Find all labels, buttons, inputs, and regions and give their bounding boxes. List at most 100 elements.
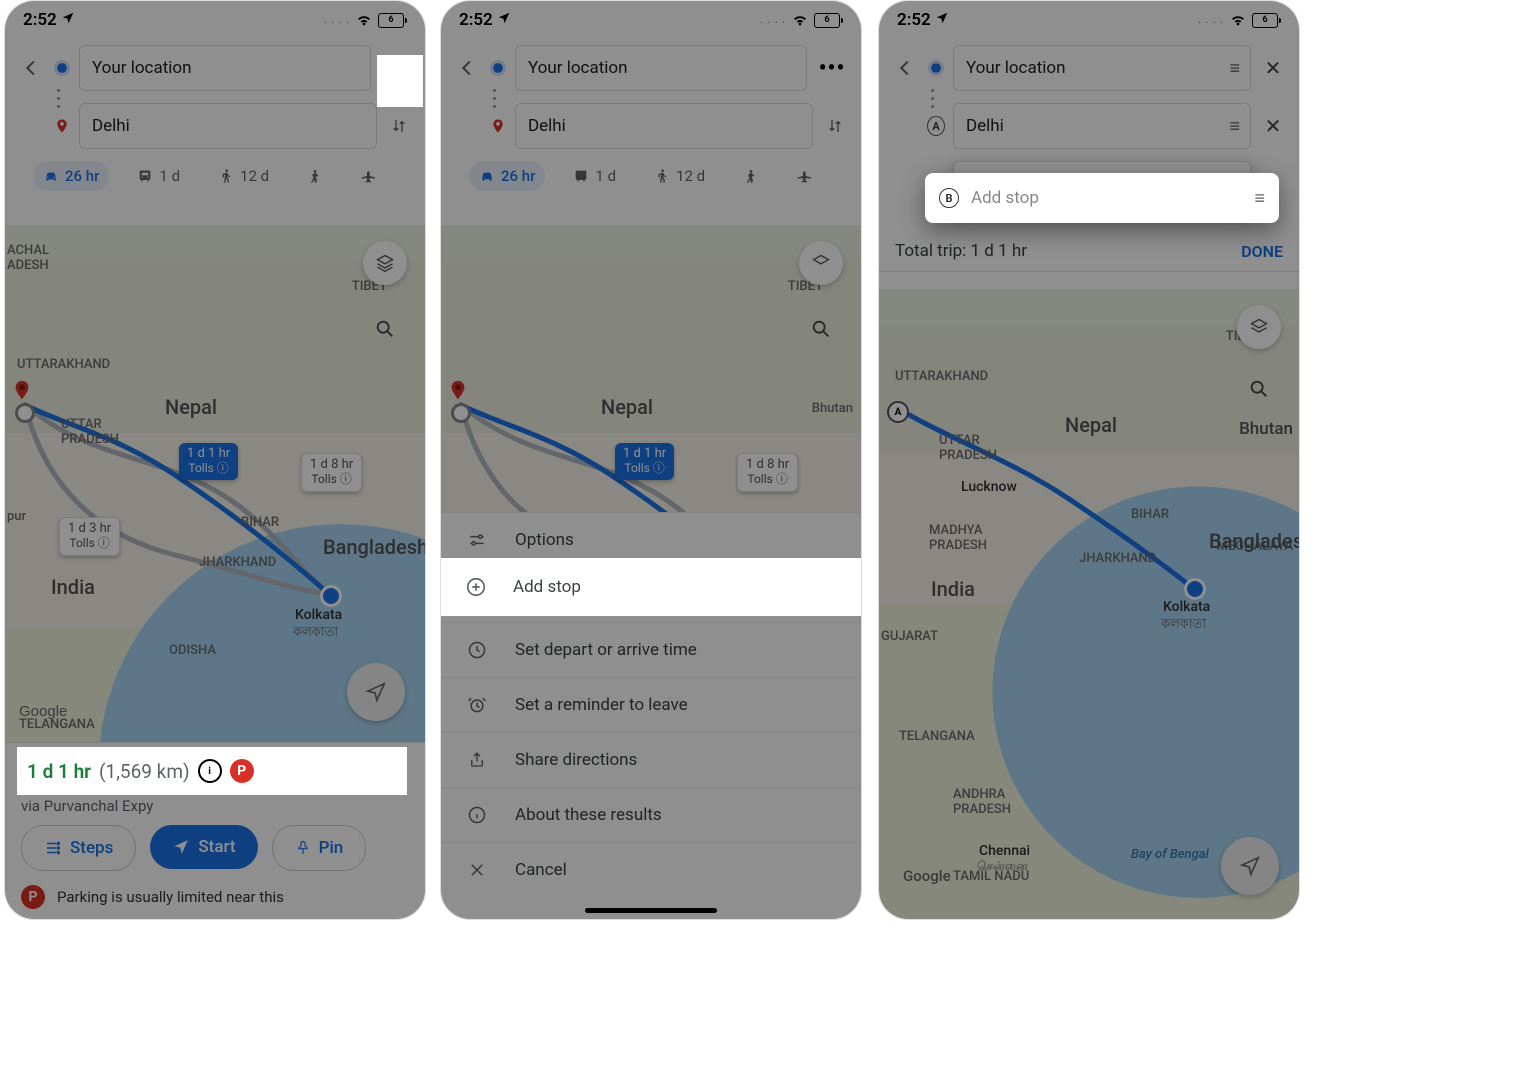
map-label: Bangladesh (323, 535, 425, 559)
map-label: UTTARAKHAND (17, 357, 110, 372)
map-destination-marker-icon (323, 588, 339, 604)
status-bar: 2:52 . . . .6 (441, 1, 861, 35)
screenshot-3: 2:52 . . . .6 Your location≡ ✕ A Delhi≡ … (878, 0, 1300, 920)
clock: 2:52 (23, 10, 75, 30)
location-services-icon (61, 11, 75, 25)
search-map-button[interactable] (363, 307, 407, 351)
layers-button[interactable] (363, 241, 407, 285)
close-icon (465, 861, 489, 879)
sheet-depart-time[interactable]: Set depart or arrive time (441, 622, 861, 677)
stop-a-input[interactable]: Delhi≡ (953, 103, 1251, 149)
origin-marker-icon (53, 63, 71, 73)
clock-icon (465, 640, 489, 660)
pin-button[interactable]: Pin (272, 825, 367, 871)
route-chip-alt-2[interactable]: 1 d 3 hrTolls ⓘ (59, 517, 120, 556)
mode-flight[interactable] (351, 162, 387, 190)
route-chip-main[interactable]: 1 d 1 hrTolls ⓘ (179, 443, 238, 480)
trip-distance: (1,569 km) (93, 770, 184, 793)
more-options-button[interactable]: ••• (379, 51, 413, 85)
origin-input[interactable]: Your location (515, 45, 807, 91)
destination-input[interactable]: Delhi (79, 103, 377, 149)
map-label: UTTAR PRADESH (61, 417, 119, 447)
origin-input[interactable]: Your location (79, 45, 371, 91)
layers-button[interactable] (799, 241, 843, 285)
back-button[interactable] (17, 54, 45, 82)
directions-header: Your location ••• Delhi 26 hr 1 d 12 d (5, 35, 425, 205)
sheet-share[interactable]: Share directions (441, 732, 861, 787)
back-button[interactable] (891, 54, 919, 82)
info-icon[interactable]: i (192, 769, 216, 793)
swap-button[interactable] (821, 112, 849, 140)
swap-button[interactable] (385, 112, 413, 140)
map-label: Kolkata (295, 607, 342, 623)
route-summary-sheet[interactable]: 1 d 1 hr (1,569 km) i P via Purvanchal E… (5, 742, 425, 919)
back-button[interactable] (453, 54, 481, 82)
sheet-reminder[interactable]: Set a reminder to leave (441, 677, 861, 732)
battery-icon: 6 (378, 13, 407, 28)
status-bar: 2:52 . . . .6 (879, 1, 1299, 35)
sheet-about[interactable]: About these results (441, 787, 861, 842)
parking-badge-icon: P (21, 885, 45, 909)
total-trip-label: Total trip: (895, 241, 971, 261)
origin-input[interactable]: Your location≡ (953, 45, 1251, 91)
directions-header: Your location≡ ✕ A Delhi≡ ✕ B Add stop≡ … (879, 35, 1299, 223)
map-label: pur (7, 509, 26, 524)
search-map-button[interactable] (799, 307, 843, 351)
more-options-sheet: Options Add stop Set depart or arrive ti… (441, 512, 861, 919)
mode-transit[interactable]: 1 d (127, 161, 190, 191)
clock: 2:52 (897, 10, 949, 30)
sheet-cancel[interactable]: Cancel (441, 842, 861, 897)
parking-badge-icon: P (224, 769, 248, 793)
recenter-button[interactable] (347, 663, 405, 721)
wifi-icon (356, 12, 372, 28)
map-label: India (51, 575, 95, 599)
start-button[interactable]: Start (150, 825, 257, 869)
info-icon (465, 805, 489, 825)
mode-car[interactable]: 26 hr (33, 161, 109, 191)
sheet-options[interactable]: Options (441, 512, 861, 567)
done-button[interactable]: DONE (1241, 242, 1283, 261)
add-stop-input[interactable]: Add stop≡ (953, 161, 1251, 207)
route-chip-alt-1[interactable]: 1 d 8 hrTolls ⓘ (301, 453, 362, 492)
travel-mode-tabs: 26 hr 1 d 12 d (17, 161, 413, 201)
more-options-button[interactable]: ••• (815, 51, 849, 85)
sheet-handle-icon[interactable] (193, 755, 237, 759)
map-label: BIHAR (241, 515, 279, 530)
map-origin-marker-icon (15, 403, 35, 423)
map-view[interactable]: A TIBET UTTARAKHAND Nepal Bhutan UTTAR P… (879, 289, 1299, 919)
drag-handle-icon[interactable]: ≡ (1229, 116, 1240, 137)
map-label: ACHAL ADESH (7, 243, 49, 273)
recenter-button[interactable] (1221, 837, 1279, 895)
mode-walk[interactable]: 12 d (208, 161, 279, 191)
waypoint-connector-icon (931, 89, 934, 108)
map-label: Nepal (165, 395, 217, 419)
steps-button[interactable]: Steps (21, 825, 136, 871)
map-stop-a-marker-icon: A (887, 401, 909, 423)
destination-input[interactable]: Delhi (515, 103, 813, 149)
sliders-icon (465, 530, 489, 550)
map-label: JHARKHAND (199, 555, 276, 570)
drag-handle-icon[interactable]: ≡ (1229, 174, 1240, 195)
remove-stop-a-button[interactable]: ✕ (1259, 112, 1287, 140)
clock: 2:52 (459, 10, 511, 30)
cell-signal-dots: . . . . (324, 15, 350, 26)
google-watermark: Google (19, 703, 67, 720)
screenshot-2: 2:52 . . . .6 Your location ••• Delhi 26… (440, 0, 862, 920)
trip-duration: 1 d 1 hr (21, 770, 85, 793)
plus-circle-icon (465, 584, 489, 606)
home-indicator (585, 908, 717, 913)
sheet-add-stop[interactable]: Add stop (441, 567, 861, 622)
map-label: ODISHA (169, 643, 216, 658)
share-icon (465, 750, 489, 770)
search-map-button[interactable] (1237, 367, 1281, 411)
stop-a-marker-icon: A (927, 116, 945, 136)
parking-notice: Parking is usually limited near this (57, 888, 284, 906)
origin-marker-icon (927, 63, 945, 73)
mode-rideshare[interactable] (297, 162, 333, 190)
map-label: কলকাতা (293, 623, 338, 644)
layers-button[interactable] (1237, 305, 1281, 349)
trip-summary-row: Total trip: 1 d 1 hr DONE (879, 223, 1299, 272)
drag-handle-icon[interactable]: ≡ (1229, 58, 1240, 79)
alarm-icon (465, 695, 489, 715)
remove-origin-button[interactable]: ✕ (1259, 54, 1287, 82)
